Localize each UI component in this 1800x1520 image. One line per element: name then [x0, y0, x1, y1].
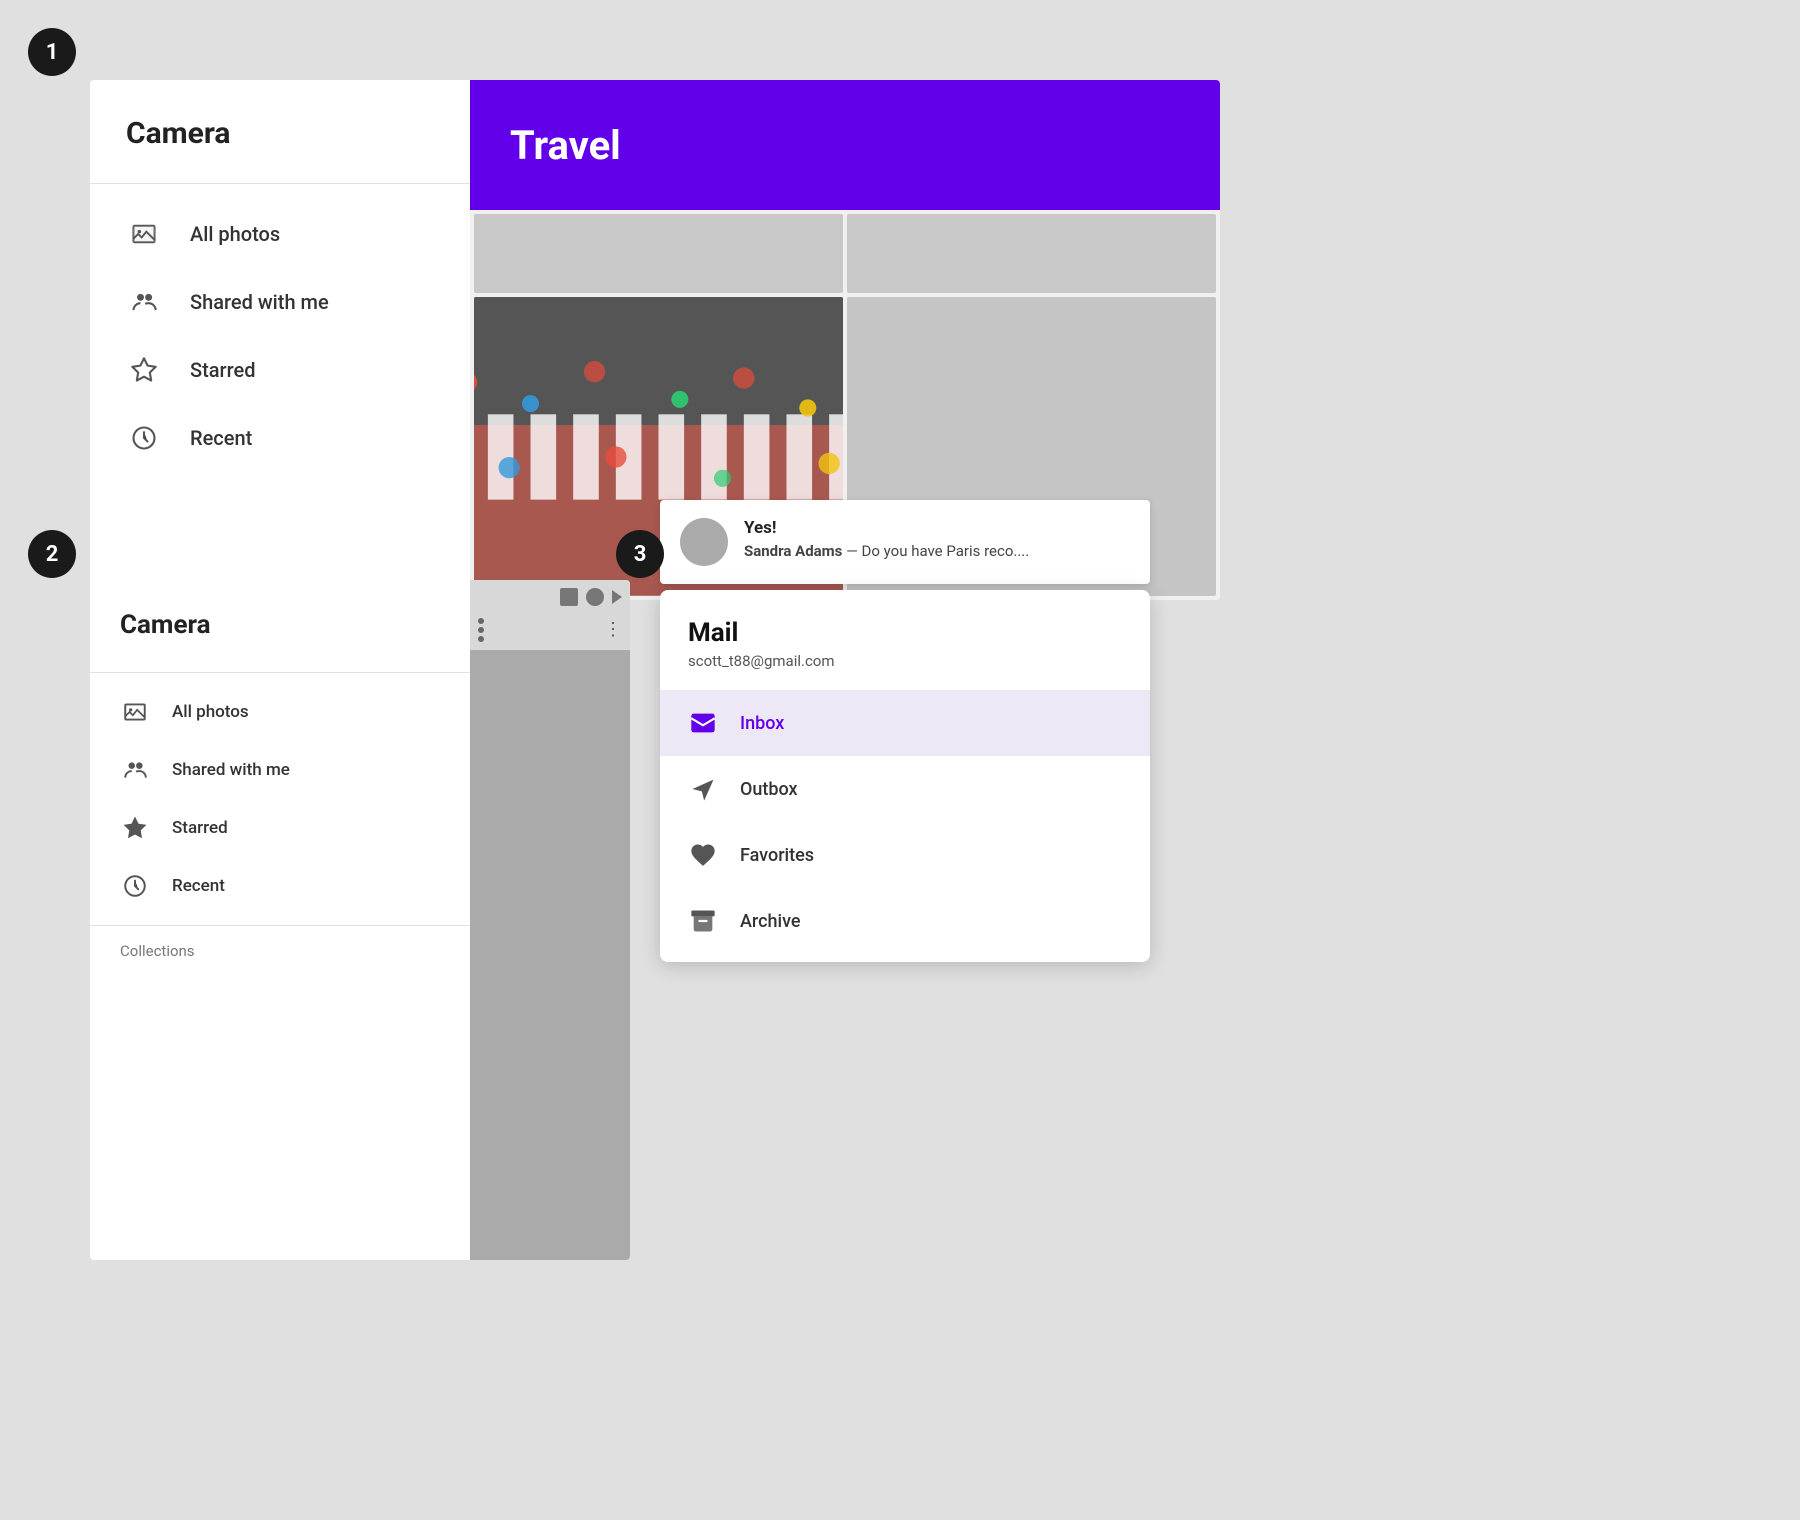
notif-content: Yes! Sandra Adams — Do you have Paris re…: [744, 518, 1029, 560]
mail-item-inbox[interactable]: Inbox: [660, 690, 1150, 756]
nav-item2-recent[interactable]: Recent: [90, 857, 470, 915]
clock-icon: [126, 420, 162, 456]
nav-label2-shared: Shared with me: [172, 760, 290, 780]
collections-label: Collections: [90, 930, 470, 964]
step3-circle: 3: [616, 530, 664, 578]
mail-item-label-inbox: Inbox: [740, 713, 784, 734]
sidebar2: Camera All photos: [90, 580, 470, 1260]
nav-label-all-photos: All photos: [190, 222, 280, 246]
panel2: Camera All photos: [90, 580, 630, 1260]
step2-circle: 2: [28, 530, 76, 578]
sidebar2-divider: [90, 672, 470, 673]
nav-item2-all-photos[interactable]: All photos: [90, 683, 470, 741]
notif-preview: — Do you have Paris reco....: [846, 542, 1029, 560]
vertical-dots: [478, 618, 484, 642]
main2-sub-toolbar: ⋮: [470, 614, 630, 646]
nav-label-recent: Recent: [190, 426, 252, 450]
mail-item-favorites[interactable]: Favorites: [660, 822, 1150, 888]
nav-label2-recent: Recent: [172, 876, 225, 896]
dot1: [478, 618, 484, 624]
mail-app-title: Mail: [688, 618, 1122, 648]
mail-item-label-archive: Archive: [740, 911, 801, 932]
step3-label: 3: [634, 542, 647, 567]
step1-label: 1: [46, 40, 59, 65]
star-icon2: [120, 813, 150, 843]
inbox-icon: [688, 708, 718, 738]
nav-item-starred[interactable]: Starred: [90, 336, 470, 404]
photos-icon2: [120, 697, 150, 727]
nav-label2-all-photos: All photos: [172, 702, 249, 722]
shared-icon2: [120, 755, 150, 785]
notif-sub: Sandra Adams — Do you have Paris reco...…: [744, 542, 1029, 560]
mail-item-label-outbox: Outbox: [740, 779, 798, 800]
notif-title: Yes!: [744, 518, 1029, 538]
main1-header-title: Travel: [510, 122, 621, 169]
toolbar-btn-square: [560, 588, 578, 606]
nav-item2-shared[interactable]: Shared with me: [90, 741, 470, 799]
mail-header: Mail scott_t88@gmail.com: [660, 590, 1150, 682]
sidebar1-nav: All photos Shared with me: [90, 192, 470, 480]
main1-header: Travel: [470, 80, 1220, 210]
nav-label-shared: Shared with me: [190, 290, 329, 314]
notif-sender: Sandra Adams: [744, 542, 842, 560]
dot2: [478, 627, 484, 633]
nav-item-all-photos[interactable]: All photos: [90, 200, 470, 268]
nav-item-shared[interactable]: Shared with me: [90, 268, 470, 336]
photo-1: [474, 214, 843, 293]
photos-icon: [126, 216, 162, 252]
main2-photo: [470, 650, 630, 1260]
step1-circle: 1: [28, 28, 76, 76]
mail-panel: Mail scott_t88@gmail.com Inbox Outbox: [660, 590, 1150, 962]
photo-2: [847, 214, 1216, 293]
mail-item-outbox[interactable]: Outbox: [660, 756, 1150, 822]
notification-card[interactable]: Yes! Sandra Adams — Do you have Paris re…: [660, 500, 1150, 584]
shared-icon: [126, 284, 162, 320]
more-options-icon[interactable]: ⋮: [604, 621, 622, 639]
nav-item2-starred[interactable]: Starred: [90, 799, 470, 857]
main2-toolbar: [470, 580, 630, 614]
sidebar1: Camera All photos: [90, 80, 470, 600]
nav-label2-starred: Starred: [172, 818, 228, 838]
toolbar-btn-circle: [586, 588, 604, 606]
mail-email: scott_t88@gmail.com: [688, 652, 1122, 670]
dot3: [478, 636, 484, 642]
mail-nav: Inbox Outbox Favorites: [660, 682, 1150, 962]
sidebar1-title: Camera: [90, 80, 470, 183]
main2-partial: ⋮: [470, 580, 630, 1260]
nav-item-recent[interactable]: Recent: [90, 404, 470, 472]
clock-icon2: [120, 871, 150, 901]
step2-label: 2: [46, 542, 59, 567]
sidebar2-title: Camera: [90, 580, 470, 668]
favorites-icon: [688, 840, 718, 870]
sidebar1-divider: [90, 183, 470, 184]
notif-avatar: [680, 518, 728, 566]
sidebar2-nav: All photos Shared with me: [90, 677, 470, 921]
nav-label-starred: Starred: [190, 358, 256, 382]
mail-item-label-favorites: Favorites: [740, 845, 814, 866]
outbox-icon: [688, 774, 718, 804]
toolbar-btn-triangle: [612, 590, 622, 604]
mail-item-archive[interactable]: Archive: [660, 888, 1150, 954]
archive-icon: [688, 906, 718, 936]
sidebar2-divider2: [90, 925, 470, 926]
star-icon: [126, 352, 162, 388]
